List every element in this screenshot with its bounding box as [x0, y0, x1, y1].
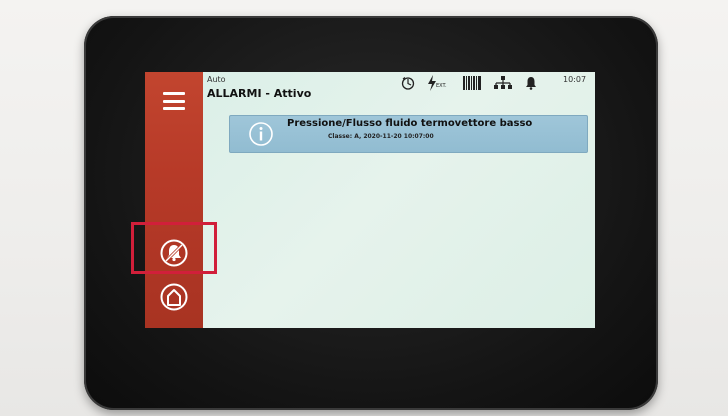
menu-icon: [163, 92, 185, 95]
clock: 10:07: [563, 75, 587, 84]
highlight-annotation: [131, 222, 217, 274]
alarm-details: Classe: A, 2020-11-20 10:07:00: [328, 133, 434, 140]
barcode-icon: [463, 76, 481, 90]
screen: Auto ALLARMI - Attivo EXT. 10:07 Pressio…: [145, 72, 595, 328]
home-button[interactable]: [159, 282, 189, 312]
menu-button[interactable]: [163, 92, 185, 110]
sidebar: [145, 72, 203, 328]
status-icons: EXT.: [401, 74, 537, 92]
alarm-title: Pressione/Flusso fluido termovettore bas…: [287, 118, 533, 129]
ext-label: EXT.: [436, 83, 447, 89]
home-icon: [160, 283, 188, 311]
external-power-indicator: EXT.: [427, 75, 451, 91]
page-title: ALLARMI - Attivo: [207, 87, 312, 100]
alarm-item[interactable]: Pressione/Flusso fluido termovettore bas…: [229, 115, 588, 153]
mode-label: Auto: [207, 75, 226, 84]
timer-icon: [401, 77, 415, 90]
bell-icon: [526, 77, 536, 90]
info-icon: [249, 122, 273, 146]
network-icon: [494, 76, 512, 89]
